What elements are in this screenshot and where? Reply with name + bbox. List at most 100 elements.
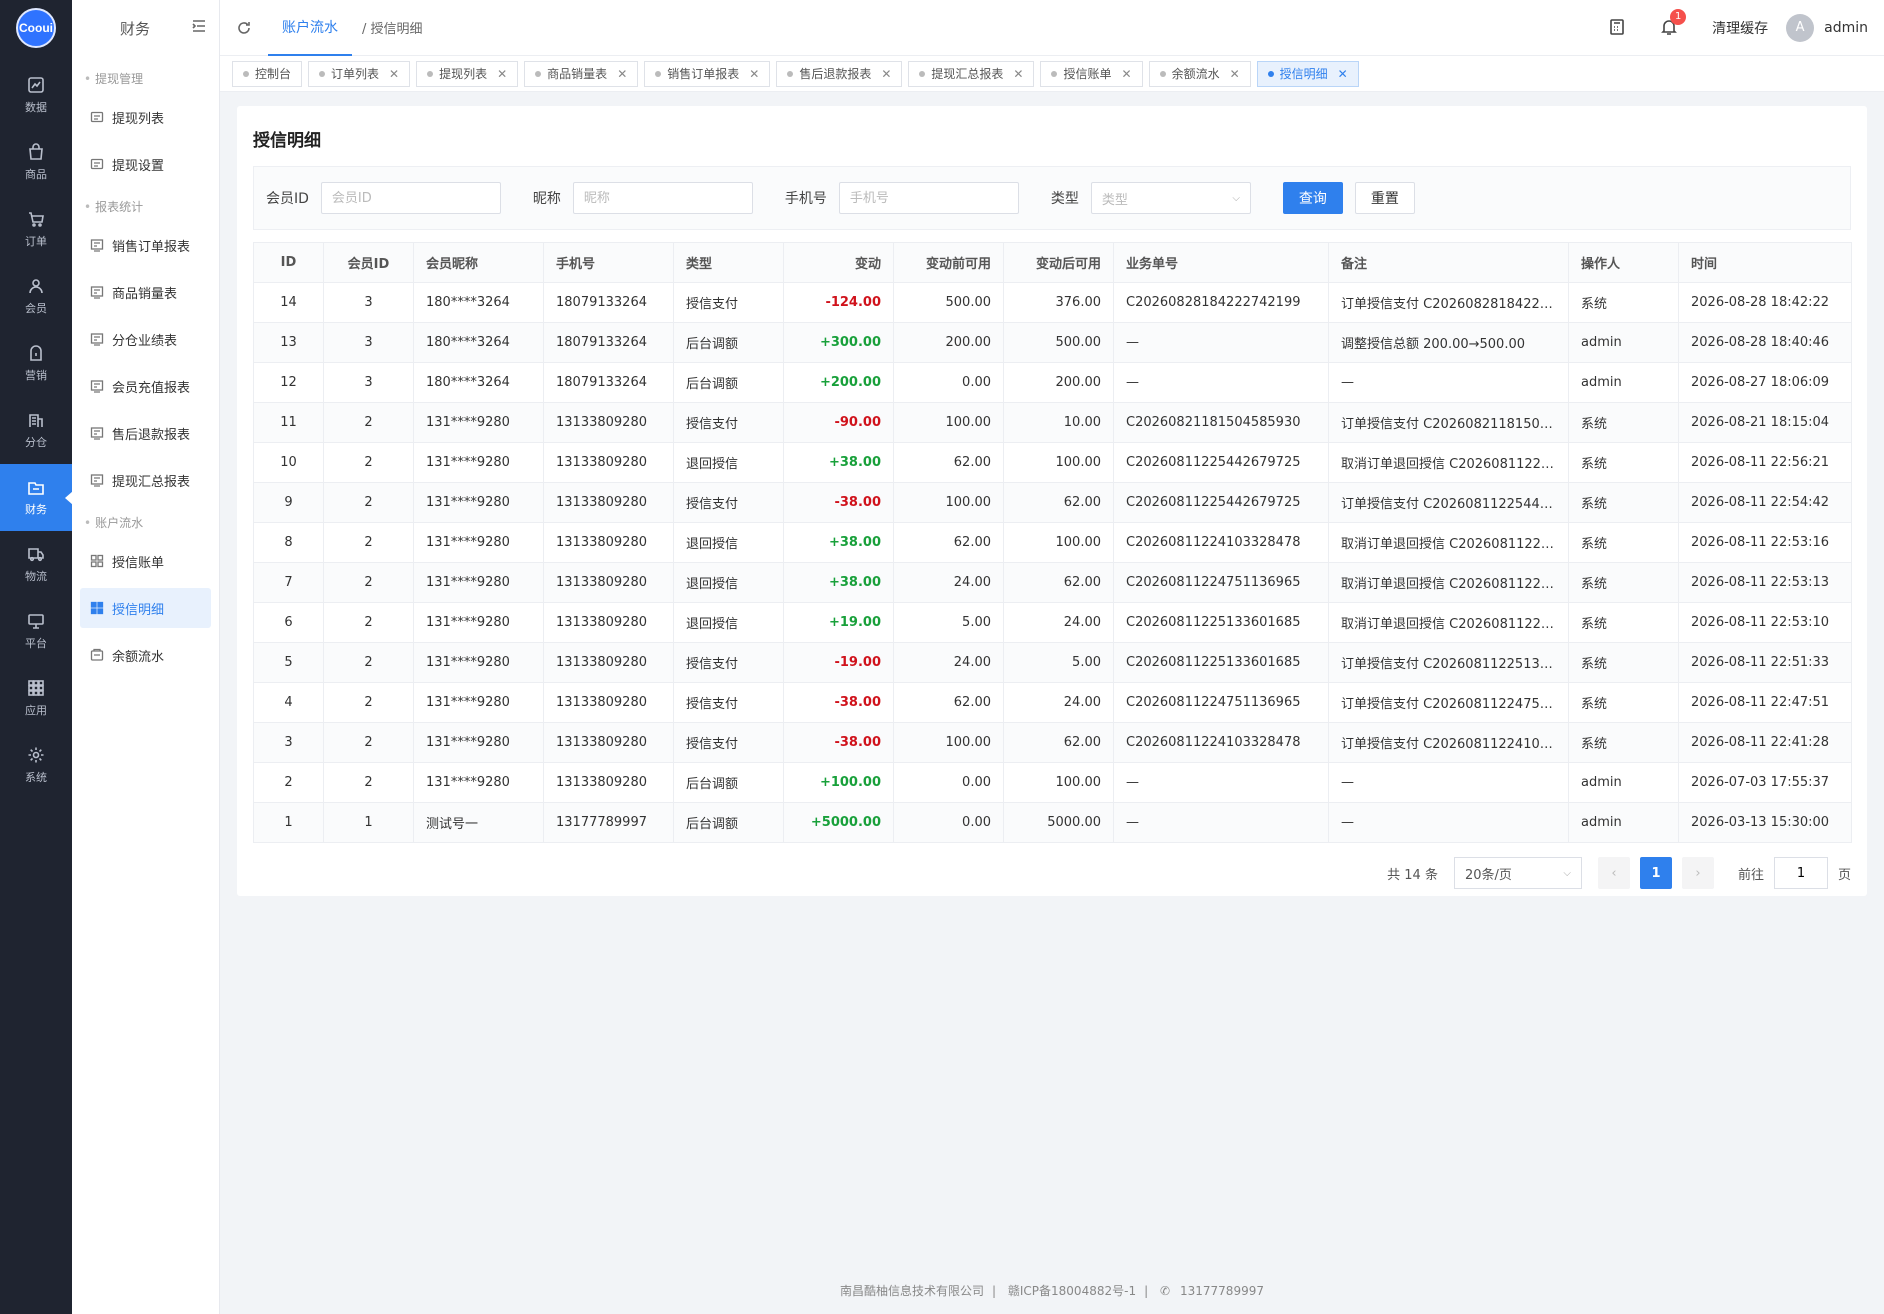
close-icon[interactable]: ✕: [881, 67, 891, 81]
rail-item-1[interactable]: 商品: [0, 129, 72, 196]
cell-member-id: 1: [323, 802, 414, 843]
cell-phone: 13133809280: [543, 442, 674, 483]
rail-item-7[interactable]: 物流: [0, 531, 72, 598]
grid-icon: [90, 601, 104, 615]
tab-2[interactable]: 提现列表 ✕: [416, 60, 519, 87]
sidebar-item-2-2[interactable]: 余额流水: [80, 635, 211, 675]
type-select[interactable]: 类型 ⌵: [1090, 182, 1251, 214]
cell-operator: 系统: [1568, 562, 1679, 603]
rail-item-2[interactable]: 订单: [0, 196, 72, 263]
rail-item-label: 营销: [25, 369, 47, 382]
tab-8[interactable]: 余额流水 ✕: [1148, 60, 1251, 87]
close-icon[interactable]: ✕: [389, 67, 399, 81]
close-icon[interactable]: ✕: [617, 67, 627, 81]
cell-member-id: 2: [323, 762, 414, 803]
reset-button[interactable]: 重置: [1354, 182, 1415, 214]
logo[interactable]: Cooui: [16, 8, 56, 48]
cell-phone: 18079133264: [543, 282, 674, 323]
rail-item-6[interactable]: 财务: [0, 464, 73, 531]
refresh-icon[interactable]: [220, 20, 268, 36]
cell-remark: 订单授信支付 C20260811225442679725: [1328, 482, 1569, 523]
cell-member-id: 2: [323, 482, 414, 523]
tab-4[interactable]: 销售订单报表 ✕: [644, 60, 771, 87]
close-icon[interactable]: ✕: [497, 67, 507, 81]
sidebar-item-0-0[interactable]: 提现列表: [80, 97, 211, 137]
report-icon: [90, 332, 104, 346]
sidebar-item-label: 商品销量表: [112, 286, 178, 302]
cell-order-no: C20260828184222742199: [1113, 282, 1329, 323]
sidebar-item-1-1[interactable]: 商品销量表: [80, 272, 211, 312]
sidebar-item-1-0[interactable]: 销售订单报表: [80, 225, 211, 265]
table-row: 4 2 131****9280 13133809280 授信支付 -38.00 62.00 2…: [253, 682, 1852, 723]
cell-member-id: 2: [323, 562, 414, 603]
tab-6[interactable]: 提现汇总报表 ✕: [908, 60, 1035, 87]
main-nav-rail: Cooui 数据商品订单会员营销分仓财务 物流 平台 应用 系统: [0, 0, 73, 1314]
rail-item-8[interactable]: 平台: [0, 598, 72, 665]
cell-id: 2: [253, 762, 324, 803]
tab-9[interactable]: 授信明细 ✕: [1256, 60, 1359, 87]
goto-page-input[interactable]: [1773, 857, 1828, 889]
cell-after: 24.00: [1003, 602, 1114, 643]
tab-0[interactable]: 控制台: [232, 60, 303, 87]
close-icon[interactable]: ✕: [749, 67, 759, 81]
sidebar-item-1-5[interactable]: 提现汇总报表: [80, 460, 211, 500]
calculator-icon[interactable]: [1608, 18, 1628, 38]
rail-item-label: 数据: [25, 101, 47, 114]
sidebar-item-0-1[interactable]: 提现设置: [80, 144, 211, 184]
clear-cache-button[interactable]: 清理缓存: [1712, 18, 1768, 38]
cell-remark: 调整授信总额 200.00→500.00: [1328, 322, 1569, 363]
list-icon: [90, 157, 104, 171]
rail-item-9[interactable]: 应用: [0, 665, 72, 732]
tab-7[interactable]: 授信账单 ✕: [1040, 60, 1143, 87]
cell-change: +38.00: [783, 442, 894, 483]
breadcrumb-main[interactable]: 账户流水: [268, 0, 352, 56]
cell-change: -124.00: [783, 282, 894, 323]
close-icon[interactable]: ✕: [1230, 67, 1240, 81]
rail-item-5[interactable]: 分仓: [0, 397, 72, 464]
username[interactable]: admin: [1824, 20, 1868, 36]
close-icon[interactable]: ✕: [1122, 67, 1132, 81]
cell-id: 13: [253, 322, 324, 363]
bell-icon[interactable]: 1: [1660, 8, 1687, 38]
cell-id: 1: [253, 802, 324, 843]
sidebar-item-1-3[interactable]: 会员充值报表: [80, 366, 211, 406]
cell-member-id: 2: [323, 722, 414, 763]
rail-item-0[interactable]: 数据: [0, 62, 72, 129]
sidebar-item-2-1[interactable]: 授信明细: [80, 588, 211, 628]
close-icon[interactable]: ✕: [1013, 67, 1023, 81]
sidebar-item-label: 余额流水: [112, 649, 165, 665]
tab-label: 销售订单报表: [667, 67, 740, 81]
tab-5[interactable]: 售后退款报表 ✕: [776, 60, 903, 87]
avatar[interactable]: A: [1786, 13, 1815, 42]
footer-phone: 13177789997: [1180, 1284, 1264, 1298]
rail-item-4[interactable]: 营销: [0, 330, 72, 397]
sidebar-item-1-2[interactable]: 分仓业绩表: [80, 319, 211, 359]
rail-item-10[interactable]: 系统: [0, 732, 72, 799]
sidebar-item-2-0[interactable]: 授信账单: [80, 541, 211, 581]
cell-after: 10.00: [1003, 402, 1114, 443]
current-page-button[interactable]: 1: [1639, 857, 1672, 889]
cell-operator: 系统: [1568, 722, 1679, 763]
cell-type: 后台调额: [673, 362, 784, 403]
cell-order-no: —: [1113, 762, 1329, 803]
rail-item-label: 分仓: [25, 436, 47, 449]
warehouse-icon: [27, 411, 45, 429]
close-icon[interactable]: ✕: [1338, 67, 1348, 81]
next-page-button[interactable]: ›: [1681, 857, 1714, 889]
phone-input[interactable]: [838, 182, 1019, 214]
member-id-input[interactable]: [320, 182, 501, 214]
page-size-select[interactable]: 20条/页 ⌵: [1453, 857, 1582, 889]
tab-label: 订单列表: [331, 67, 380, 81]
rail-item-3[interactable]: 会员: [0, 263, 72, 330]
tab-1[interactable]: 订单列表 ✕: [308, 60, 411, 87]
chevron-down-icon: ⌵: [1563, 867, 1571, 879]
tab-3[interactable]: 商品销量表 ✕: [524, 60, 639, 87]
nickname-input[interactable]: [572, 182, 753, 214]
sidebar-item-1-4[interactable]: 售后退款报表: [80, 413, 211, 453]
menu-fold-icon[interactable]: [191, 18, 207, 38]
query-button[interactable]: 查询: [1282, 182, 1343, 214]
cell-id: 9: [253, 482, 324, 523]
prev-page-button[interactable]: ‹: [1597, 857, 1630, 889]
rail-item-label: 订单: [25, 235, 47, 248]
footer-icp[interactable]: 赣ICP备18004882号-1: [1008, 1284, 1136, 1298]
